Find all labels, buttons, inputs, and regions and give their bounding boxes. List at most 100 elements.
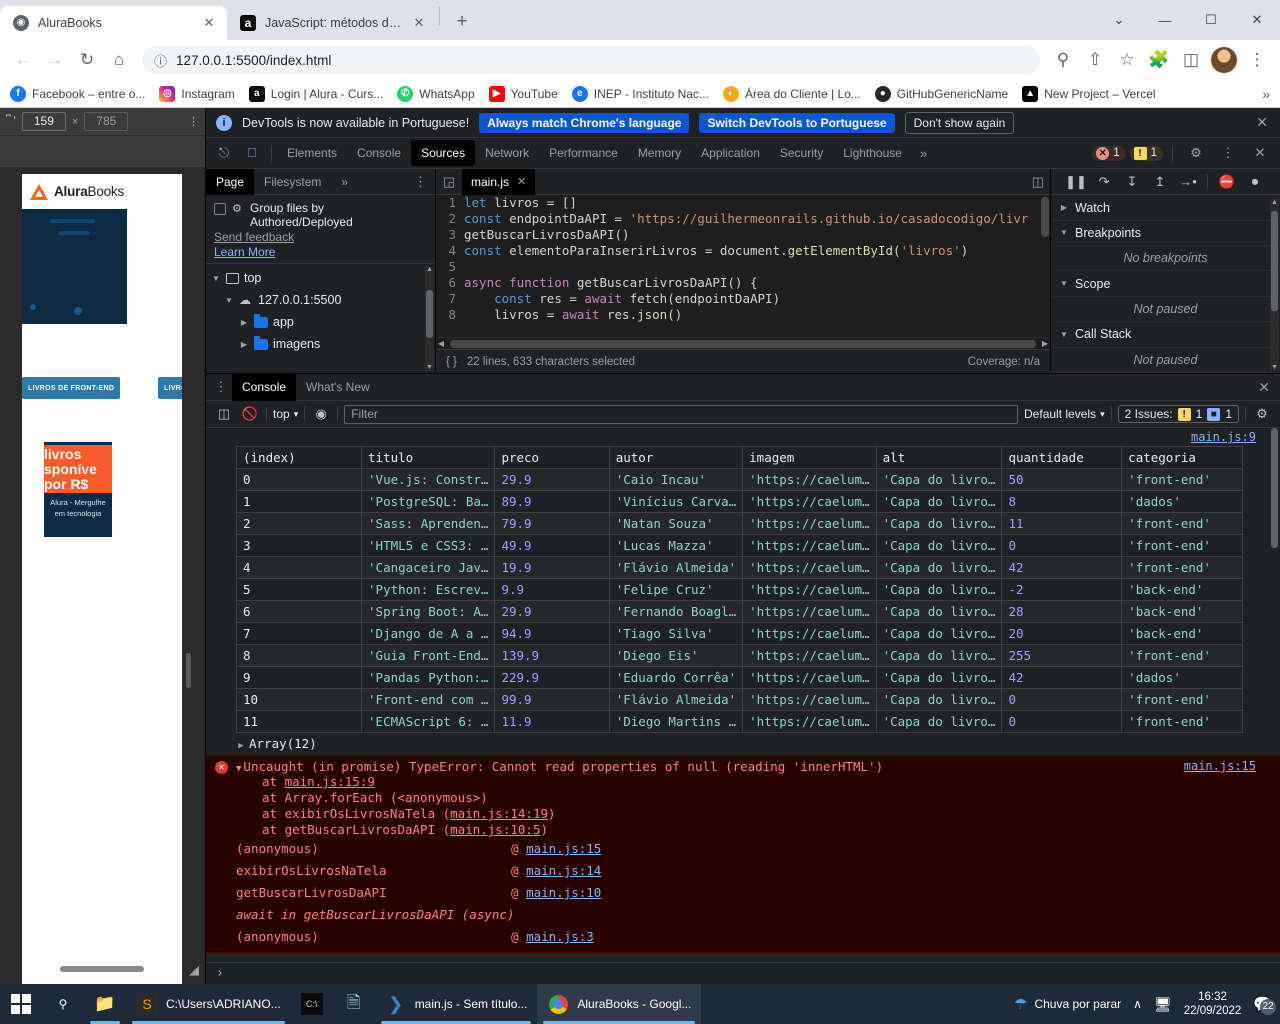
scroll-thumb[interactable] (450, 339, 1036, 348)
close-icon[interactable]: ✕ (411, 15, 427, 31)
tab-console[interactable]: Console (347, 140, 411, 166)
step-icon[interactable]: →• (1176, 171, 1200, 193)
chevron-right-icon[interactable]: ▶ (236, 741, 246, 751)
execution-context-selector[interactable]: top ▾ (273, 407, 298, 421)
table-row[interactable]: 3 'HTML5 e CSS3: … 49.9 'Lucas Mazza''https… (235, 534, 1243, 557)
stack-link[interactable]: main.js:15:9 (285, 774, 375, 789)
maximize-button[interactable]: ☐ (1188, 4, 1234, 36)
debugger-scrollbar[interactable]: ▲ ▼ (1270, 199, 1279, 371)
share-icon[interactable]: ⇧ (1080, 45, 1110, 75)
chevron-down-icon[interactable]: ▼ (1059, 228, 1069, 237)
pause-on-exceptions-icon[interactable]: ⏺ (1243, 171, 1267, 193)
always-match-language-button[interactable]: Always match Chrome's language (479, 112, 690, 133)
tree-item-top[interactable]: ▼ top (206, 267, 435, 289)
scroll-down-icon[interactable]: ▼ (426, 364, 433, 371)
chevron-right-icon[interactable]: ▶ (1059, 203, 1069, 212)
reload-icon[interactable]: ↻ (72, 45, 102, 75)
show-debugger-icon[interactable]: ◫ (1032, 174, 1050, 190)
emulated-viewport[interactable]: AluraBooks LIVROS DE FRONT-END LIVROS DE… (0, 136, 205, 984)
switch-to-portuguese-button[interactable]: Switch DevTools to Portuguese (699, 112, 895, 133)
address-bar[interactable]: ⓘ 127.0.0.1:5500/index.html (142, 46, 1040, 74)
taskbar-sublime-text[interactable]: S C:\Users\ADRIANO... (126, 984, 291, 1024)
debugger-section-breakpoints[interactable]: ▼ Breakpoints (1051, 221, 1280, 247)
close-icon[interactable]: ✕ (1246, 140, 1274, 166)
show-navigator-icon[interactable]: ◲ (436, 169, 462, 195)
code-horizontal-scrollbar[interactable]: ◀ ▶ (436, 337, 1050, 349)
taskbar-notepad[interactable]: 🗎 (333, 984, 375, 1024)
column-header-autor[interactable]: autor (608, 446, 744, 469)
scroll-down-icon[interactable]: ▼ (1271, 364, 1278, 371)
inspect-element-icon[interactable]: ⎋ (210, 140, 238, 166)
navigator-tab-filesystem[interactable]: Filesystem (254, 169, 331, 195)
console-scrollbar[interactable] (1270, 428, 1279, 962)
bookmark-star-icon[interactable]: ☆ (1112, 45, 1142, 75)
pause-icon[interactable]: ❚❚ (1064, 171, 1088, 193)
debugger-section-watch[interactable]: ▶ Watch (1051, 195, 1280, 221)
chevron-down-icon[interactable]: ▼ (236, 764, 241, 774)
scroll-thumb[interactable] (426, 290, 433, 338)
gear-icon[interactable]: ⚙ (1252, 404, 1272, 424)
tab-security[interactable]: Security (770, 140, 833, 166)
column-header-alt[interactable]: alt (875, 446, 1003, 469)
editor-tab-main-js[interactable]: main.js ✕ (462, 168, 536, 195)
dont-show-again-button[interactable]: Don't show again (904, 111, 1015, 134)
device-toggle-icon[interactable]: ⎕ (238, 140, 266, 166)
console-prompt[interactable]: › (206, 962, 1280, 984)
tree-item-imagens[interactable]: ▶ imagens (206, 333, 435, 355)
bookmark-inep[interactable]: e INEP - Instituto Nac... (571, 85, 709, 102)
tab-network[interactable]: Network (475, 140, 539, 166)
step-over-icon[interactable]: ↷ (1092, 171, 1116, 193)
start-button[interactable] (0, 984, 42, 1024)
taskbar-file-explorer[interactable]: 📁 (84, 984, 126, 1024)
scroll-thumb[interactable] (1041, 197, 1049, 237)
drawer-tab-whats-new[interactable]: What's New (296, 374, 380, 401)
table-row[interactable]: 6 'Spring Boot: A… 29.9 'Fernando Boagl…'ht… (235, 600, 1243, 623)
side-panel-icon[interactable]: ◫ (1176, 45, 1206, 75)
viewport-width-input[interactable]: 159 (21, 112, 66, 131)
tab-memory[interactable]: Memory (628, 140, 691, 166)
frame-link[interactable]: main.js:14 (526, 863, 601, 878)
bookmark-instagram[interactable]: ◎ Instagram (159, 85, 235, 102)
table-row[interactable]: 8 'Guia Front-End… 139.9 'Diego Eis''https:… (235, 644, 1243, 667)
console-error-message[interactable]: ✕ ▼ Uncaught (in promise) TypeError: Cann… (206, 755, 1280, 953)
scroll-left-icon[interactable]: ◀ (436, 339, 446, 348)
navigator-scrollbar[interactable]: ▲ ▼ (425, 266, 434, 371)
stack-link[interactable]: main.js:10:5 (450, 822, 540, 837)
bookmarks-overflow-icon[interactable]: » (1262, 86, 1270, 102)
warning-count-badge[interactable]: ! 1 (1129, 145, 1163, 161)
tab-lighthouse[interactable]: Lighthouse (833, 140, 912, 166)
kebab-icon[interactable]: ⋮ (1214, 140, 1242, 166)
kebab-icon[interactable]: ⋮ (406, 174, 435, 190)
devtools-split-handle[interactable] (186, 653, 191, 688)
stack-link[interactable]: main.js:14:19 (450, 806, 548, 821)
step-out-icon[interactable]: ↥ (1148, 171, 1172, 193)
clear-console-icon[interactable]: 🚫 (240, 404, 260, 424)
source-link[interactable]: main.js:9 (1191, 430, 1256, 444)
table-row[interactable]: 11 'ECMAScript 6: … 11.9 'Diego Martins …'h… (235, 710, 1243, 733)
table-row[interactable]: 1 'PostgreSQL: Ba… 89.9 'Vinícius Carva…'ht… (235, 490, 1243, 513)
table-row[interactable]: 2 'Sass: Aprenden… 79.9 'Natan Souza''https… (235, 512, 1243, 535)
tree-item-app[interactable]: ▶ app (206, 311, 435, 333)
tab-performance[interactable]: Performance (539, 140, 628, 166)
chevron-right-icon[interactable]: ▶ (239, 318, 249, 327)
zoom-search-icon[interactable]: ⚲ (1048, 45, 1078, 75)
home-icon[interactable]: ⌂ (104, 45, 134, 75)
device-toolbar-icon[interactable]: ⎴ ’ (6, 114, 16, 129)
gear-icon[interactable]: ⚙ (1182, 140, 1210, 166)
tabs-overflow-icon[interactable]: » (912, 146, 935, 161)
browser-tab-javascript-array[interactable]: a JavaScript: métodos de array: Au ✕ (227, 6, 437, 40)
group-files-row[interactable]: ⚙ Group files by Authored/Deployed (214, 201, 427, 229)
close-icon[interactable]: ✕ (201, 15, 217, 31)
issues-button[interactable]: 2 Issues: ! 1 ■ 1 (1117, 405, 1239, 423)
learn-more-link[interactable]: Learn More (214, 245, 427, 259)
close-icon[interactable]: ✕ (1248, 379, 1280, 396)
tray-overflow-icon[interactable]: ∧ (1133, 997, 1142, 1011)
chevron-right-icon[interactable]: ▶ (239, 340, 249, 349)
resize-grip-icon[interactable]: ◢ (189, 962, 199, 978)
forward-icon[interactable]: → (40, 45, 70, 75)
table-row[interactable]: 4 'Cangaceiro Jav… 19.9 'Flávio Almeida''ht… (235, 556, 1243, 579)
close-icon[interactable]: ✕ (517, 175, 526, 188)
frame-link[interactable]: main.js:15 (526, 841, 601, 856)
taskbar-terminal[interactable]: C:\ (291, 984, 333, 1024)
close-icon[interactable]: ✕ (1256, 114, 1270, 131)
